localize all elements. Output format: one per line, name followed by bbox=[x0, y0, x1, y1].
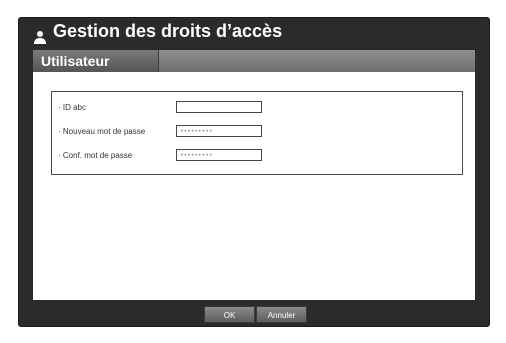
new-password-label: · Nouveau mot de passe bbox=[58, 127, 146, 136]
new-password-field[interactable] bbox=[176, 125, 262, 137]
user-icon bbox=[34, 31, 46, 44]
new-password-row: · Nouveau mot de passe bbox=[52, 125, 462, 141]
access-rights-dialog: Gestion des droits d’accès Utilisateur ·… bbox=[18, 17, 490, 327]
ok-button[interactable]: OK bbox=[204, 306, 255, 323]
button-bar: OK Annuler bbox=[19, 300, 489, 326]
id-field[interactable] bbox=[176, 101, 262, 113]
tab-strip: Utilisateur bbox=[33, 50, 475, 72]
id-row: · ID abc bbox=[52, 101, 462, 117]
confirm-password-label: · Conf. mot de passe bbox=[58, 151, 133, 160]
user-form: · ID abc · Nouveau mot de passe · Conf. … bbox=[51, 91, 463, 175]
dialog-title: Gestion des droits d’accès bbox=[53, 21, 283, 41]
confirm-password-row: · Conf. mot de passe bbox=[52, 149, 462, 165]
id-label: · ID abc bbox=[58, 103, 87, 112]
cancel-button[interactable]: Annuler bbox=[256, 306, 307, 323]
tab-utilisateur[interactable]: Utilisateur bbox=[33, 50, 159, 72]
dialog-title-bar: Gestion des droits d’accès bbox=[19, 18, 489, 51]
confirm-password-field[interactable] bbox=[176, 149, 262, 161]
tab-panel: · ID abc · Nouveau mot de passe · Conf. … bbox=[33, 72, 475, 300]
